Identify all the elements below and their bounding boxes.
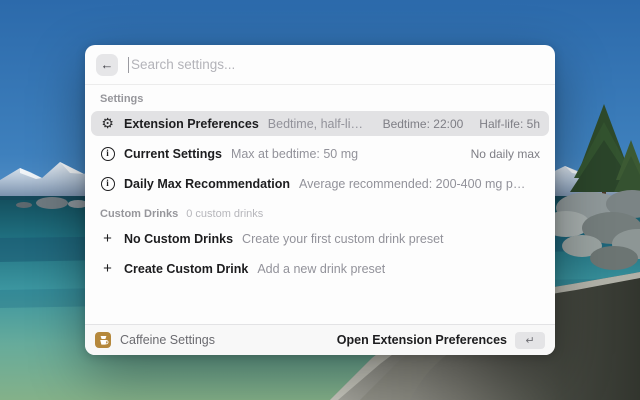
section-header-custom-drinks: Custom Drinks 0 custom drinks: [91, 201, 549, 226]
section-title: Custom Drinks: [100, 208, 178, 220]
item-subtitle: Create your first custom drink preset: [242, 232, 443, 246]
item-accessories: No daily max: [471, 147, 540, 161]
app-chip: Caffeine Settings: [95, 332, 215, 348]
item-title: Current Settings: [124, 147, 222, 161]
list-item-extension-preferences[interactable]: ⚙ Extension Preferences Bedtime, half-li…: [91, 111, 549, 136]
item-title: Extension Preferences: [124, 117, 259, 131]
list-item-daily-max-recommendation[interactable]: i Daily Max Recommendation Average recom…: [91, 171, 549, 196]
app-name: Caffeine Settings: [120, 333, 215, 347]
accessory-daily-max: No daily max: [471, 147, 540, 161]
list-item-current-settings[interactable]: i Current Settings Max at bedtime: 50 mg…: [91, 141, 549, 166]
item-title: Daily Max Recommendation: [124, 177, 290, 191]
item-subtitle: Max at bedtime: 50 mg: [231, 147, 358, 161]
open-extension-preferences-button[interactable]: Open Extension Preferences ↵: [337, 332, 545, 349]
section-title: Settings: [100, 93, 143, 105]
item-subtitle: Average recommended: 200-400 mg per day: [299, 177, 531, 191]
plus-icon: +: [100, 231, 115, 246]
back-arrow-icon: ←: [101, 57, 114, 72]
return-key-icon: ↵: [515, 332, 545, 349]
accessory-bedtime: Bedtime: 22:00: [383, 117, 464, 131]
action-bar: Caffeine Settings Open Extension Prefere…: [85, 324, 555, 355]
section-meta: 0 custom drinks: [186, 208, 263, 220]
item-title: Create Custom Drink: [124, 262, 248, 276]
search-input[interactable]: [128, 54, 547, 76]
info-icon: i: [100, 177, 115, 191]
info-icon: i: [100, 147, 115, 161]
item-subtitle: Bedtime, half-life, thresholds: [268, 117, 365, 131]
raycast-window: ← Settings ⚙ Extension Preferences Bedti…: [85, 45, 555, 355]
caffeine-app-icon: [95, 332, 111, 348]
list-item-no-custom-drinks[interactable]: + No Custom Drinks Create your first cus…: [91, 226, 549, 251]
gear-icon: ⚙: [100, 117, 115, 131]
item-accessories: Bedtime: 22:00 Half-life: 5h: [383, 117, 540, 131]
list-item-create-custom-drink[interactable]: + Create Custom Drink Add a new drink pr…: [91, 256, 549, 281]
accessory-half-life: Half-life: 5h: [479, 117, 540, 131]
back-button[interactable]: ←: [96, 54, 118, 76]
plus-icon: +: [100, 261, 115, 276]
primary-action-label: Open Extension Preferences: [337, 333, 507, 347]
search-header: ←: [85, 45, 555, 85]
section-header-settings: Settings: [91, 86, 549, 111]
results-list: Settings ⚙ Extension Preferences Bedtime…: [85, 85, 555, 324]
item-subtitle: Add a new drink preset: [257, 262, 385, 276]
item-title: No Custom Drinks: [124, 232, 233, 246]
